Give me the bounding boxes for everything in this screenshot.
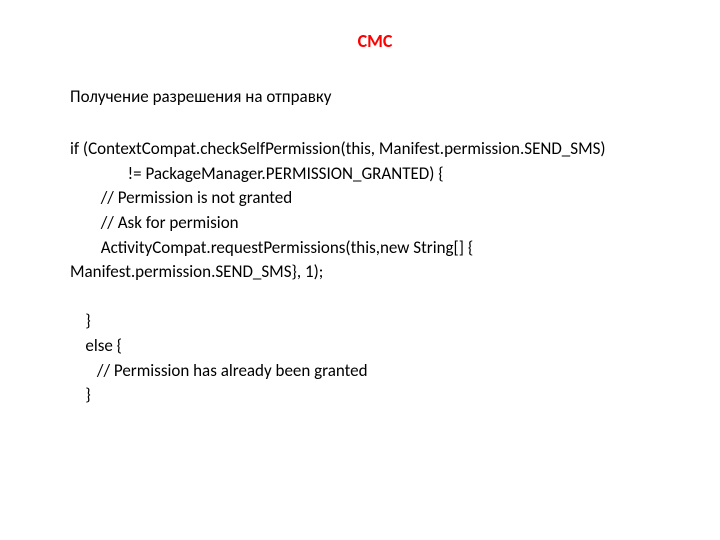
code-snippet: if (ContextCompat.checkSelfPermission(th… [70,137,650,408]
section-subtitle: Получение разрешения на отправку [70,86,650,107]
page-title: СМС [100,30,650,52]
